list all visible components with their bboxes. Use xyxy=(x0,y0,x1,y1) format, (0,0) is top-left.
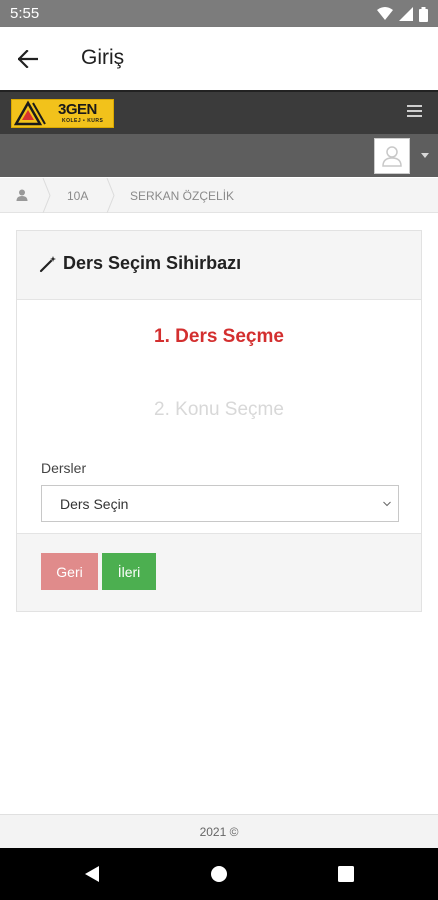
app-bar: Giriş xyxy=(0,27,438,90)
navigation-bar xyxy=(0,848,438,900)
logo[interactable]: 3GEN KOLEJ • KURS xyxy=(11,99,114,128)
page-footer: 2021 © xyxy=(0,814,438,848)
hamburger-icon[interactable] xyxy=(407,105,422,119)
wizard-title: Ders Seçim Sihirbazı xyxy=(63,253,242,273)
home-circle-icon xyxy=(211,866,227,882)
breadcrumb: 10A SERKAN ÖZÇELİK xyxy=(0,178,438,213)
status-bar: 5:55 xyxy=(0,0,438,27)
recents-square-icon xyxy=(338,866,354,882)
site-header: 3GEN KOLEJ • KURS xyxy=(0,90,438,134)
nav-back-button[interactable] xyxy=(82,864,102,884)
wizard-card: Ders Seçim Sihirbazı 1. Ders Seçme 2. Ko… xyxy=(16,230,422,612)
status-icons xyxy=(377,5,428,23)
breadcrumb-separator xyxy=(106,178,115,213)
wizard-header: Ders Seçim Sihirbazı xyxy=(17,231,421,300)
user-icon[interactable] xyxy=(16,189,28,201)
wizard-footer: Geri İleri xyxy=(17,533,421,611)
breadcrumb-item-class[interactable]: 10A xyxy=(67,189,88,203)
wifi-icon xyxy=(377,7,393,20)
screen: 5:55 Giriş 3GEN KOLEJ • KURS 10A SERKAN … xyxy=(0,0,438,900)
back-wizard-button[interactable]: Geri xyxy=(41,553,98,590)
course-select-value: Ders Seçin xyxy=(60,496,129,512)
nav-home-button[interactable] xyxy=(209,864,229,884)
step-inactive: 2. Konu Seçme xyxy=(154,399,284,420)
user-icon xyxy=(382,146,402,167)
chevron-down-icon xyxy=(383,501,391,507)
nav-recents-button[interactable] xyxy=(336,864,356,884)
courses-label: Dersler xyxy=(41,460,87,476)
magic-wand-icon xyxy=(39,255,56,272)
user-bar xyxy=(0,134,438,177)
next-wizard-button[interactable]: İleri xyxy=(102,553,156,590)
app-title: Giriş xyxy=(81,46,125,69)
breadcrumb-item-student[interactable]: SERKAN ÖZÇELİK xyxy=(130,189,234,203)
logo-text: 3GEN xyxy=(58,101,97,118)
copyright: 2021 © xyxy=(199,825,239,839)
breadcrumb-separator xyxy=(42,178,51,213)
logo-triangle-icon xyxy=(14,100,46,126)
chevron-down-icon[interactable] xyxy=(421,153,429,158)
logo-subtext: KOLEJ • KURS xyxy=(62,118,104,124)
status-time: 5:55 xyxy=(10,5,40,22)
back-triangle-icon xyxy=(85,866,99,882)
battery-icon xyxy=(419,6,428,22)
signal-icon xyxy=(399,7,413,21)
avatar[interactable] xyxy=(374,138,410,174)
back-button[interactable] xyxy=(10,41,46,77)
arrow-left-icon xyxy=(18,50,38,68)
step-active: 1. Ders Seçme xyxy=(154,326,284,347)
wizard-title-wrap: Ders Seçim Sihirbazı xyxy=(39,253,241,274)
course-select[interactable]: Ders Seçin xyxy=(41,485,399,522)
